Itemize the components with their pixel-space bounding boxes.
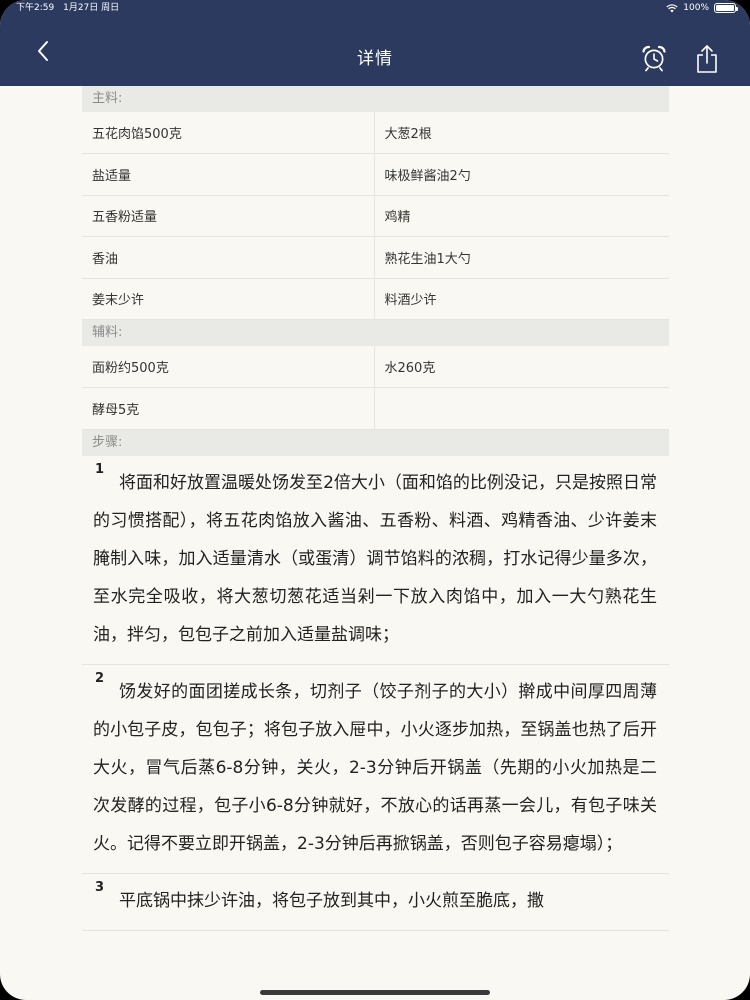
ingredient-cell: 味极鲜酱油2勺 — [374, 153, 669, 196]
alarm-button[interactable] — [640, 44, 668, 72]
wifi-icon — [666, 3, 678, 12]
table-row: 姜末少许 料酒少许 — [82, 278, 669, 320]
status-date: 1月27日 周日 — [63, 3, 120, 13]
auxiliary-ingredients-table: 面粉约500克 水260克 酵母5克 — [82, 346, 669, 430]
table-row: 面粉约500克 水260克 — [82, 346, 669, 388]
battery-icon — [714, 3, 738, 13]
ingredient-cell: 姜末少许 — [82, 278, 375, 320]
steps-header: 步骤: — [82, 429, 669, 456]
step-number: 2 — [95, 670, 105, 686]
ingredient-cell: 五香粉适量 — [82, 195, 375, 237]
table-row: 五花肉馅500克 大葱2根 — [82, 112, 669, 154]
step-item: 2 饧发好的面团搓成长条，切剂子（饺子剂子的大小）擀成中间厚四周薄的小包子皮，包… — [82, 665, 669, 874]
back-button[interactable] — [28, 36, 58, 66]
table-row: 盐适量 味极鲜酱油2勺 — [82, 153, 669, 196]
share-icon — [697, 45, 717, 73]
auxiliary-ingredients-header: 辅料: — [82, 320, 669, 346]
step-text: 将面和好放置温暖处饧发至2倍大小（面和馅的比例没记，只是按照日常的习惯搭配），将… — [93, 472, 657, 645]
step-text: 饧发好的面团搓成长条，切剂子（饺子剂子的大小）擀成中间厚四周薄的小包子皮，包包子… — [93, 681, 657, 854]
table-row: 五香粉适量 鸡精 — [82, 195, 669, 237]
app-screen: 下午2:59 1月27日 周日 100% 详情 主料: 五花肉馅500克 大葱2… — [0, 0, 750, 1000]
ingredient-cell: 料酒少许 — [374, 278, 669, 320]
ingredient-cell — [374, 387, 669, 430]
step-text: 平底锅中抹少许油，将包子放到其中，小火煎至脆底，撒 — [119, 890, 544, 911]
ingredient-cell: 水260克 — [374, 346, 669, 388]
status-bar: 下午2:59 1月27日 周日 100% — [0, 0, 750, 16]
step-item: 3 平底锅中抹少许油，将包子放到其中，小火煎至脆底，撒 — [82, 874, 669, 931]
ingredient-cell: 面粉约500克 — [82, 346, 375, 388]
ingredient-cell: 大葱2根 — [374, 112, 669, 154]
main-ingredients-table: 五花肉馅500克 大葱2根 盐适量 味极鲜酱油2勺 五香粉适量 鸡精 香油 熟花… — [82, 112, 669, 320]
table-row: 酵母5克 — [82, 387, 669, 430]
share-button[interactable] — [694, 44, 720, 74]
home-indicator[interactable] — [260, 990, 490, 995]
battery-percent: 100% — [683, 3, 709, 13]
navigation-bar: 详情 — [0, 16, 750, 86]
status-left: 下午2:59 1月27日 周日 — [16, 0, 125, 16]
page-title-container: 详情 — [0, 16, 750, 86]
ingredient-cell: 鸡精 — [374, 195, 669, 237]
ingredient-cell: 盐适量 — [82, 153, 375, 196]
ingredient-cell: 酵母5克 — [82, 387, 375, 430]
device-frame: 下午2:59 1月27日 周日 100% 详情 主料: 五花肉馅500克 大葱2… — [0, 0, 750, 1000]
chevron-left-icon — [38, 41, 48, 61]
ingredient-cell: 香油 — [82, 236, 375, 279]
step-number: 1 — [95, 461, 105, 477]
status-time: 下午2:59 — [16, 3, 55, 13]
step-item: 1 将面和好放置温暖处饧发至2倍大小（面和馅的比例没记，只是按照日常的习惯搭配）… — [82, 456, 669, 665]
ingredient-cell: 熟花生油1大勺 — [374, 236, 669, 279]
battery-level — [716, 5, 734, 11]
step-number: 3 — [95, 879, 105, 895]
main-ingredients-header: 主料: — [82, 86, 669, 112]
alarm-clock-icon — [642, 45, 666, 72]
ingredient-cell: 五花肉馅500克 — [82, 112, 375, 154]
status-right: 100% — [666, 0, 738, 16]
recipe-detail-content[interactable]: 主料: 五花肉馅500克 大葱2根 盐适量 味极鲜酱油2勺 五香粉适量 鸡精 香… — [82, 86, 669, 1000]
table-row: 香油 熟花生油1大勺 — [82, 236, 669, 279]
